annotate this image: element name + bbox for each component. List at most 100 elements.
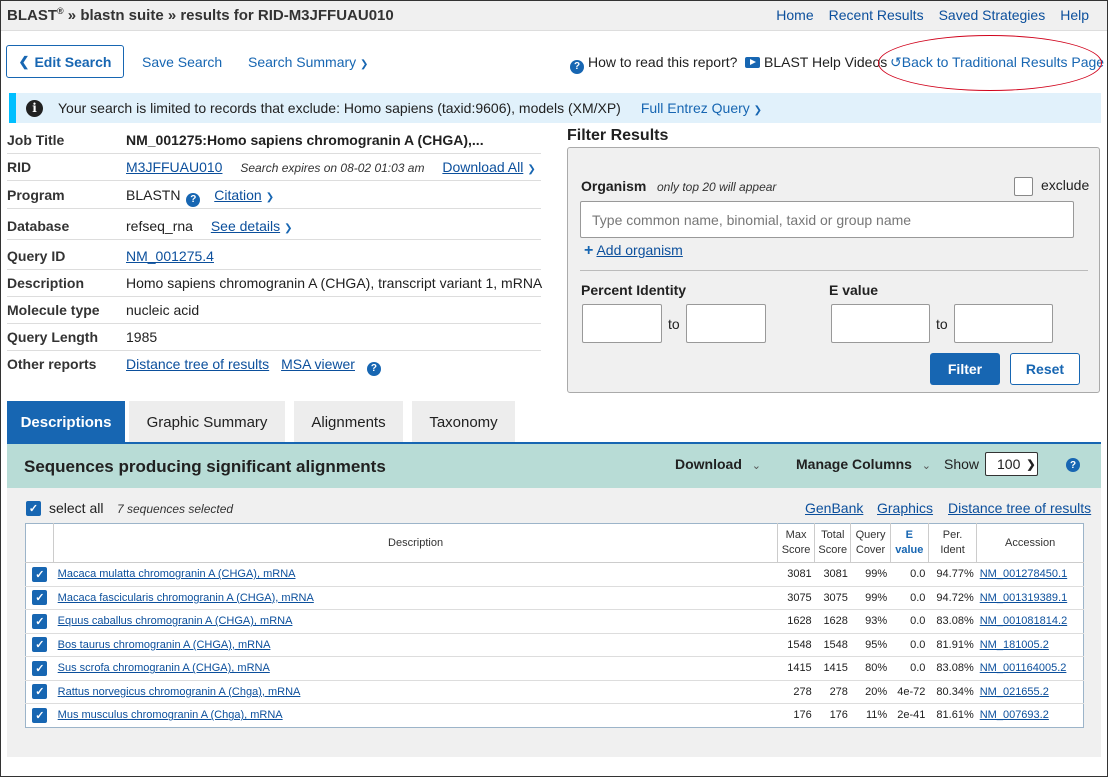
row-description[interactable]: Sus scrofa chromogranin A (CHGA), mRNA: [53, 656, 778, 680]
citation-link[interactable]: Citation: [214, 187, 261, 203]
description-label: Description: [7, 275, 85, 291]
show-select[interactable]: 100 ❯: [985, 452, 1038, 476]
header-per-1: Per.: [942, 529, 963, 541]
percent-identity-to[interactable]: [686, 304, 766, 343]
row-query-cover: 11%: [850, 703, 891, 727]
row-description[interactable]: Bos taurus chromogranin A (CHGA), mRNA: [53, 632, 778, 657]
row-max-score: 278: [777, 679, 815, 704]
row-checkbox[interactable]: ✓: [32, 566, 48, 582]
distance-tree-link[interactable]: Distance tree of results: [126, 356, 269, 372]
molecule-row: Molecule type nucleic acid: [7, 297, 541, 324]
query-id-link[interactable]: NM_001275.4: [126, 248, 214, 264]
row-per-ident: 83.08%: [928, 609, 977, 633]
help-videos-link[interactable]: BLAST Help Videos: [745, 54, 887, 70]
msa-viewer-link[interactable]: MSA viewer: [281, 356, 355, 372]
help-icon[interactable]: ?: [366, 361, 381, 376]
header-query-cover[interactable]: Query Cover: [850, 523, 891, 563]
header-description[interactable]: Description: [53, 523, 778, 563]
results-body: ✓ Macaca mulatta chromogranin A (CHGA), m…: [25, 563, 1084, 727]
save-search-link[interactable]: Save Search: [142, 54, 222, 70]
row-accession[interactable]: NM_021655.2: [976, 679, 1084, 704]
results-header: Sequences producing significant alignmen…: [7, 444, 1101, 488]
program-value: BLASTN: [126, 187, 181, 203]
rid-row: RID M3JFFUAU010 Search expires on 08-02 …: [7, 154, 541, 181]
job-title-value: NM_001275:Homo sapiens chromogranin A (C…: [126, 132, 484, 148]
genbank-link[interactable]: GenBank: [805, 500, 863, 516]
e-value-to[interactable]: [954, 304, 1053, 343]
organism-input[interactable]: Type common name, binomial, taxid or gro…: [580, 201, 1074, 238]
database-label: Database: [7, 218, 70, 234]
row-accession[interactable]: NM_181005.2: [976, 632, 1084, 657]
row-max-score: 1415: [777, 656, 815, 680]
percent-identity-from[interactable]: [582, 304, 662, 343]
download-all-link[interactable]: Download All: [442, 159, 523, 175]
table-header-row: Description Max Score Total Score Query Cov…: [25, 523, 1084, 563]
results-panel: Sequences producing significant alignmen…: [7, 444, 1101, 757]
filter-panel: Organism only top 20 will appear exclude…: [567, 147, 1100, 393]
exclude-checkbox[interactable]: [1014, 177, 1033, 196]
tab-taxonomy[interactable]: Taxonomy: [412, 401, 515, 444]
add-organism-link[interactable]: + Add organism: [584, 242, 683, 260]
select-all-checkbox[interactable]: ✓: [26, 501, 41, 516]
header-accession[interactable]: Accession: [976, 523, 1084, 563]
description-value: Homo sapiens chromogranin A (CHGA), tran…: [126, 275, 543, 291]
header-query-2: Cover: [855, 544, 886, 556]
row-description[interactable]: Rattus norvegicus chromogranin A (Chga),…: [53, 679, 778, 704]
row-accession[interactable]: NM_007693.2: [976, 703, 1084, 727]
how-to-read-link[interactable]: ? How to read this report?: [570, 54, 737, 74]
row-accession[interactable]: NM_001278450.1: [977, 563, 1084, 587]
row-checkbox[interactable]: ✓: [32, 590, 48, 606]
query-length-value: 1985: [126, 329, 158, 345]
nav-help[interactable]: Help: [1060, 7, 1089, 23]
row-max-score: 1548: [777, 632, 815, 657]
chevron-down-icon: ❯: [284, 223, 293, 234]
row-checkbox[interactable]: ✓: [32, 637, 48, 653]
help-icon[interactable]: ?: [186, 192, 201, 207]
row-description[interactable]: Mus musculus chromogranin A (Chga), mRNA: [53, 703, 778, 727]
full-entrez-query-link[interactable]: Full Entrez Query ❯: [641, 100, 762, 116]
rid-link[interactable]: M3JFFUAU010: [126, 159, 222, 175]
row-description[interactable]: Equus caballus chromogranin A (CHGA), mR…: [53, 609, 778, 633]
row-accession[interactable]: NM_001164005.2: [976, 656, 1084, 680]
row-description[interactable]: Macaca fascicularis chromogranin A (CHGA…: [53, 585, 778, 610]
description-row: Description Homo sapiens chromogranin A …: [7, 270, 543, 297]
table-row: ✓ Mus musculus chromogranin A (Chga), mRN…: [25, 703, 1084, 727]
e-value-label: E value: [829, 282, 879, 298]
see-details-link[interactable]: See details: [211, 218, 280, 234]
show-value: 100: [997, 456, 1021, 472]
row-checkbox[interactable]: ✓: [32, 660, 48, 676]
tab-alignments[interactable]: Alignments: [294, 401, 403, 444]
header-total-score[interactable]: Total Score: [814, 523, 851, 563]
row-checkbox-cell: ✓: [25, 585, 54, 610]
header-max-score[interactable]: Max Score: [776, 523, 815, 563]
row-accession[interactable]: NM_001081814.2: [976, 609, 1084, 633]
tab-descriptions[interactable]: Descriptions: [7, 401, 125, 444]
tab-graphic-summary[interactable]: Graphic Summary: [129, 401, 285, 444]
row-per-ident: 94.77%: [936, 568, 974, 581]
chevron-down-icon: ❯: [360, 59, 369, 70]
manage-columns-label: Manage Columns: [796, 456, 912, 472]
row-checkbox[interactable]: ✓: [32, 684, 48, 700]
row-query-cover: 95%: [850, 632, 891, 657]
e-value-from[interactable]: [831, 304, 930, 343]
reset-button[interactable]: Reset: [1010, 353, 1080, 385]
row-accession[interactable]: NM_001319389.1: [976, 585, 1084, 610]
edit-search-button[interactable]: ❮ Edit Search: [6, 45, 124, 78]
filter-button[interactable]: Filter: [930, 353, 1000, 385]
row-checkbox[interactable]: ✓: [32, 707, 48, 723]
graphics-link[interactable]: Graphics: [877, 500, 933, 516]
blast-logo[interactable]: BLAST: [7, 7, 57, 24]
chevron-down-icon: ❯: [1026, 458, 1036, 471]
download-menu[interactable]: Download ⌄: [675, 456, 761, 472]
row-description[interactable]: Macaca mulatta chromogranin A (CHGA), mR…: [54, 563, 778, 587]
row-checkbox[interactable]: ✓: [32, 613, 48, 629]
nav-home[interactable]: Home: [776, 7, 813, 23]
help-icon[interactable]: ?: [1066, 458, 1080, 472]
header-e-value[interactable]: Evalue: [889, 523, 929, 563]
nav-saved-strategies[interactable]: Saved Strategies: [939, 7, 1046, 23]
search-summary-toggle[interactable]: Search Summary ❯: [248, 54, 368, 70]
header-per-ident[interactable]: Per. Ident: [927, 523, 977, 563]
manage-columns-menu[interactable]: Manage Columns ⌄: [796, 456, 931, 472]
distance-tree-results-link[interactable]: Distance tree of results: [948, 500, 1091, 516]
nav-recent-results[interactable]: Recent Results: [829, 7, 924, 23]
